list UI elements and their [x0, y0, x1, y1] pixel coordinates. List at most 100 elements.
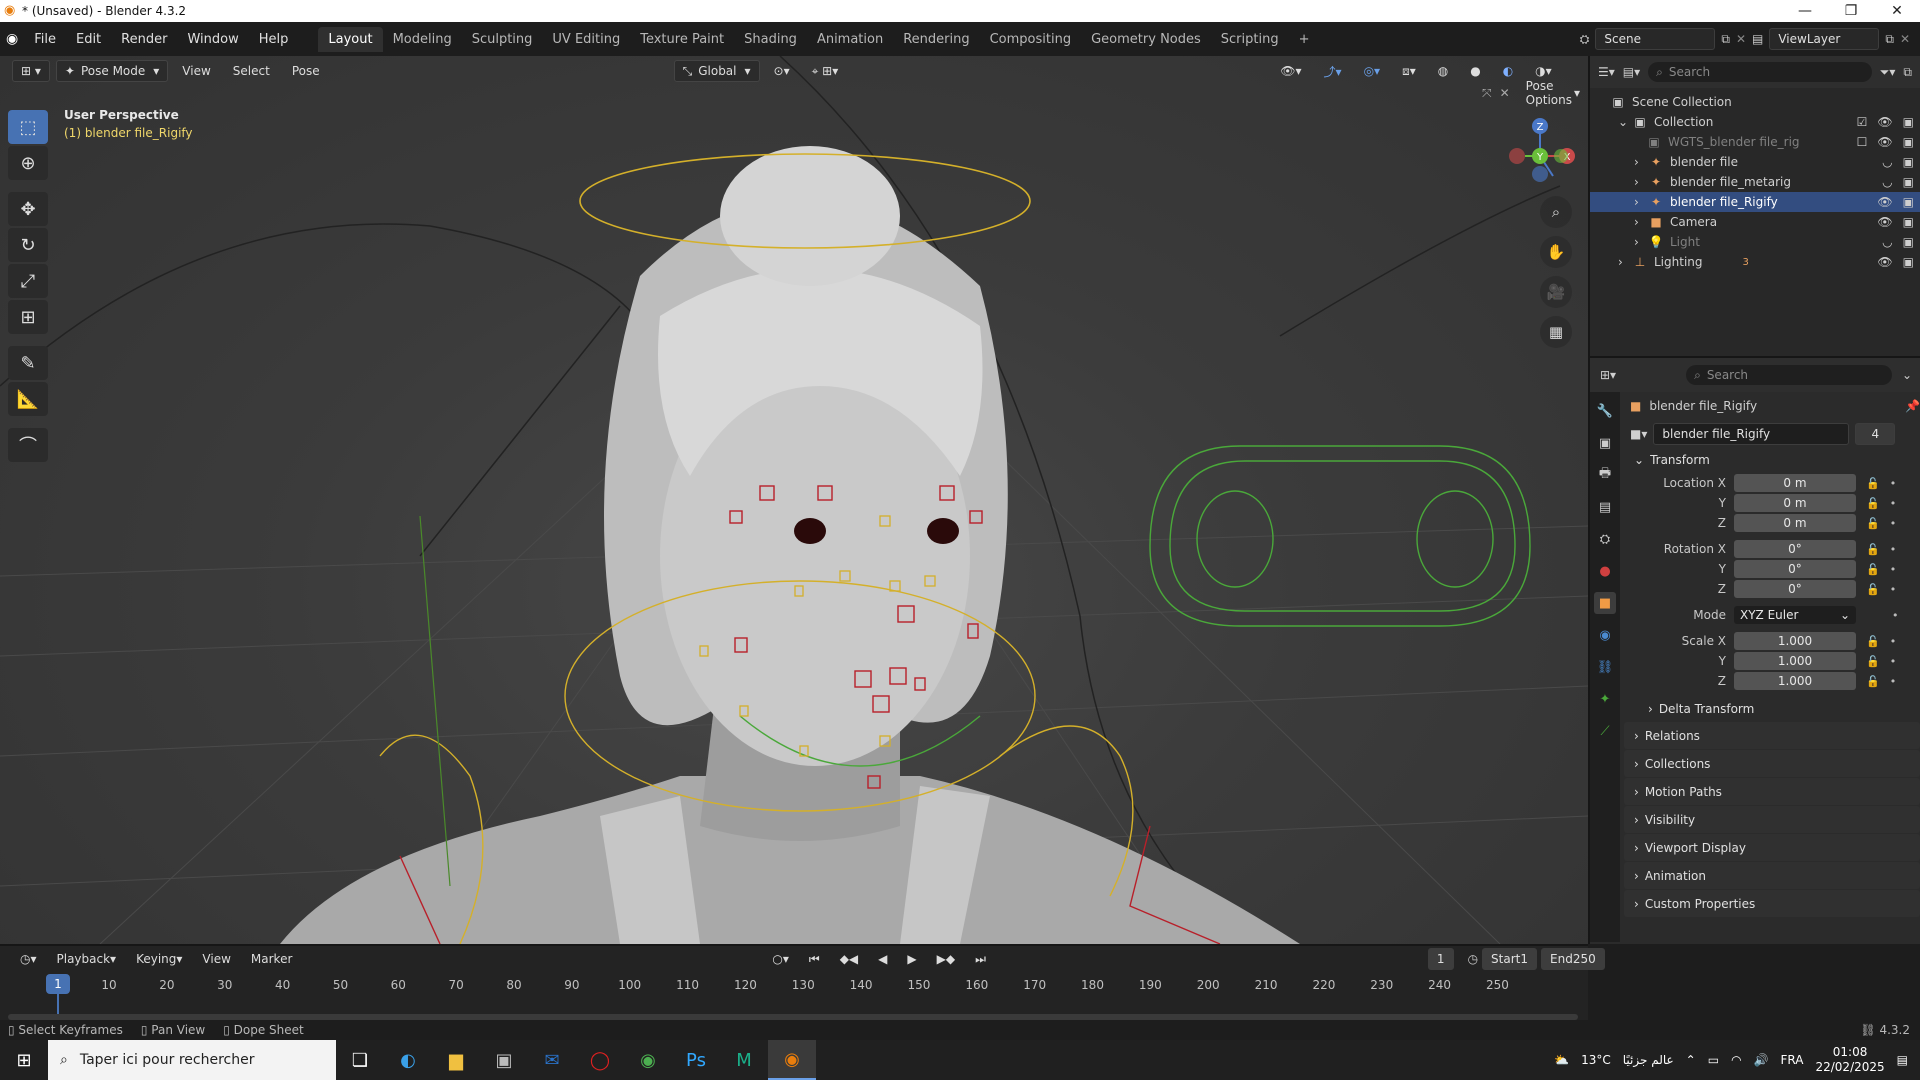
timeline-ruler[interactable]: 10 20 30 40 50 60 70 80 90 100 110 120 130 140 150 160 1…: [0, 976, 1588, 998]
outliner-row-wgts[interactable]: ▣ WGTS_blender file_rig ☐ 👁 ▣: [1590, 132, 1920, 152]
chevron-right-icon[interactable]: ›: [1634, 215, 1648, 229]
play-reverse-icon[interactable]: ◀: [870, 948, 895, 970]
checkbox-icon[interactable]: ☑: [1857, 115, 1868, 129]
users-count[interactable]: 4: [1855, 423, 1896, 445]
outliner-row-camera[interactable]: › ■ Camera 👁 ▣: [1590, 212, 1920, 232]
shading-material-icon[interactable]: ◐: [1495, 60, 1521, 82]
outliner-row-blender-file[interactable]: › ✦ blender file ◡ ▣: [1590, 152, 1920, 172]
chevron-down-icon[interactable]: ⌄: [1618, 115, 1632, 129]
scene-selector[interactable]: Scene: [1595, 28, 1716, 50]
bone-tab-icon[interactable]: ⟋: [1594, 720, 1616, 742]
chrome-icon[interactable]: ◉: [624, 1040, 672, 1080]
editor-type-icon[interactable]: ☰▾: [1598, 65, 1615, 79]
weather-icon[interactable]: ⛅: [1554, 1053, 1569, 1067]
gizmo-neg-x[interactable]: [1509, 148, 1525, 164]
camera-render-icon[interactable]: ▣: [1903, 115, 1914, 129]
new-scene-icon[interactable]: ⧉: [1721, 32, 1730, 47]
armature-data-tab-icon[interactable]: ✦: [1594, 688, 1616, 710]
menu-window[interactable]: Window: [177, 32, 248, 47]
menu-view[interactable]: View: [174, 60, 218, 82]
outliner-row-rigify[interactable]: › ✦ blender file_Rigify 👁 ▣: [1590, 192, 1920, 212]
tab-shading[interactable]: Shading: [734, 27, 807, 52]
end-frame-field[interactable]: End 250: [1541, 948, 1605, 970]
zoom-icon[interactable]: ⌕: [1540, 196, 1572, 228]
rotation-x-field[interactable]: 0°: [1734, 540, 1856, 558]
file-explorer-icon[interactable]: ▆: [432, 1040, 480, 1080]
scale-y-field[interactable]: 1.000: [1734, 652, 1856, 670]
rotation-z-field[interactable]: 0°: [1734, 580, 1856, 598]
menu-help[interactable]: Help: [249, 32, 299, 47]
rotation-mode-dropdown[interactable]: XYZ Euler ⌄: [1734, 606, 1856, 624]
world-tab-icon[interactable]: ●: [1594, 560, 1616, 582]
jump-start-icon[interactable]: ⏮: [801, 948, 828, 970]
tab-modeling[interactable]: Modeling: [383, 27, 462, 52]
filter-icon[interactable]: ⏷▾: [1880, 65, 1896, 80]
menu-file[interactable]: File: [24, 32, 66, 47]
tab-rendering[interactable]: Rendering: [893, 27, 979, 52]
lock-icon[interactable]: 🔓: [1866, 477, 1880, 490]
camera-render-icon[interactable]: ▣: [1903, 135, 1914, 149]
outlook-icon[interactable]: ✉: [528, 1040, 576, 1080]
view-layer-tab-icon[interactable]: ▤: [1594, 496, 1616, 518]
lock-icon[interactable]: 🔓: [1866, 655, 1880, 668]
mode-selector[interactable]: ✦ Pose Mode ▾: [55, 60, 169, 82]
task-view-icon[interactable]: ❏: [336, 1040, 384, 1080]
app-m-icon[interactable]: M: [720, 1040, 768, 1080]
annotate-tool-icon[interactable]: ✎: [8, 346, 48, 380]
menu-edit[interactable]: Edit: [66, 32, 111, 47]
delta-transform-subpanel[interactable]: › Delta Transform: [1624, 697, 1920, 721]
keyframe-dot-icon[interactable]: •: [1890, 543, 1897, 556]
chevron-right-icon[interactable]: ›: [1634, 155, 1648, 169]
volume-icon[interactable]: 🔊: [1754, 1053, 1769, 1067]
camera-render-icon[interactable]: ▣: [1903, 255, 1914, 269]
keyframe-dot-icon[interactable]: •: [1890, 497, 1897, 510]
rotation-y-field[interactable]: 0°: [1734, 560, 1856, 578]
location-x-field[interactable]: 0 m: [1734, 474, 1856, 492]
edge-icon[interactable]: ◐: [384, 1040, 432, 1080]
editor-type-icon[interactable]: ⊞▾: [1600, 368, 1616, 382]
relations-panel[interactable]: › Relations: [1624, 722, 1920, 749]
animation-panel[interactable]: › Animation: [1624, 862, 1920, 889]
preview-range-icon[interactable]: ◷: [1468, 952, 1478, 966]
keyframe-dot-icon[interactable]: •: [1892, 609, 1899, 622]
keyframe-dot-icon[interactable]: •: [1890, 563, 1897, 576]
wifi-icon[interactable]: ◠: [1731, 1053, 1741, 1067]
restore-button[interactable]: ❐: [1828, 3, 1874, 19]
eye-icon[interactable]: 👁: [1877, 255, 1892, 269]
menu-keying[interactable]: Keying ▾: [128, 948, 190, 970]
transform-panel-header[interactable]: ⌄ Transform: [1624, 448, 1920, 472]
physics-tab-icon[interactable]: ◉: [1594, 624, 1616, 646]
lock-icon[interactable]: 🔓: [1866, 543, 1880, 556]
delete-scene-icon[interactable]: ✕: [1736, 32, 1746, 46]
eye-icon[interactable]: 👁: [1877, 195, 1892, 209]
location-y-field[interactable]: 0 m: [1734, 494, 1856, 512]
visibility-panel[interactable]: › Visibility: [1624, 806, 1920, 833]
lock-icon[interactable]: 🔓: [1866, 583, 1880, 596]
motion-paths-panel[interactable]: › Motion Paths: [1624, 778, 1920, 805]
eye-closed-icon[interactable]: ◡: [1882, 155, 1892, 169]
tool-tab-icon[interactable]: 🔧: [1594, 400, 1616, 422]
chevron-right-icon[interactable]: ›: [1618, 255, 1632, 269]
keyframe-dot-icon[interactable]: •: [1890, 517, 1897, 530]
x-mirror-icon[interactable]: ✕: [1500, 86, 1510, 100]
outliner-row-light[interactable]: › 💡 Light ◡ ▣: [1590, 232, 1920, 252]
jump-end-icon[interactable]: ⏭: [967, 948, 994, 970]
outliner-row-lighting[interactable]: › ⊥ Lighting 3 👁 ▣: [1590, 252, 1920, 272]
opera-icon[interactable]: ◯: [576, 1040, 624, 1080]
chevron-right-icon[interactable]: ›: [1634, 195, 1648, 209]
menu-view[interactable]: View: [194, 948, 238, 970]
current-frame-field[interactable]: 1: [1427, 948, 1454, 970]
new-collection-icon[interactable]: ⧉: [1903, 65, 1912, 80]
ortho-grid-icon[interactable]: ▦: [1540, 316, 1572, 348]
tab-scripting[interactable]: Scripting: [1211, 27, 1289, 52]
scale-z-field[interactable]: 1.000: [1734, 672, 1856, 690]
camera-render-icon[interactable]: ▣: [1903, 155, 1914, 169]
eye-icon[interactable]: 👁: [1877, 115, 1892, 129]
menu-marker[interactable]: Marker: [243, 948, 300, 970]
display-mode-icon[interactable]: ▤▾: [1623, 65, 1640, 79]
minimize-button[interactable]: —: [1782, 3, 1828, 19]
clock[interactable]: 01:08 22/02/2025: [1815, 1045, 1884, 1075]
auto-keying-icon[interactable]: ○▾: [764, 948, 797, 970]
output-tab-icon[interactable]: 🖶: [1594, 464, 1616, 486]
outliner-search-input[interactable]: ⌕ Search: [1648, 62, 1872, 82]
